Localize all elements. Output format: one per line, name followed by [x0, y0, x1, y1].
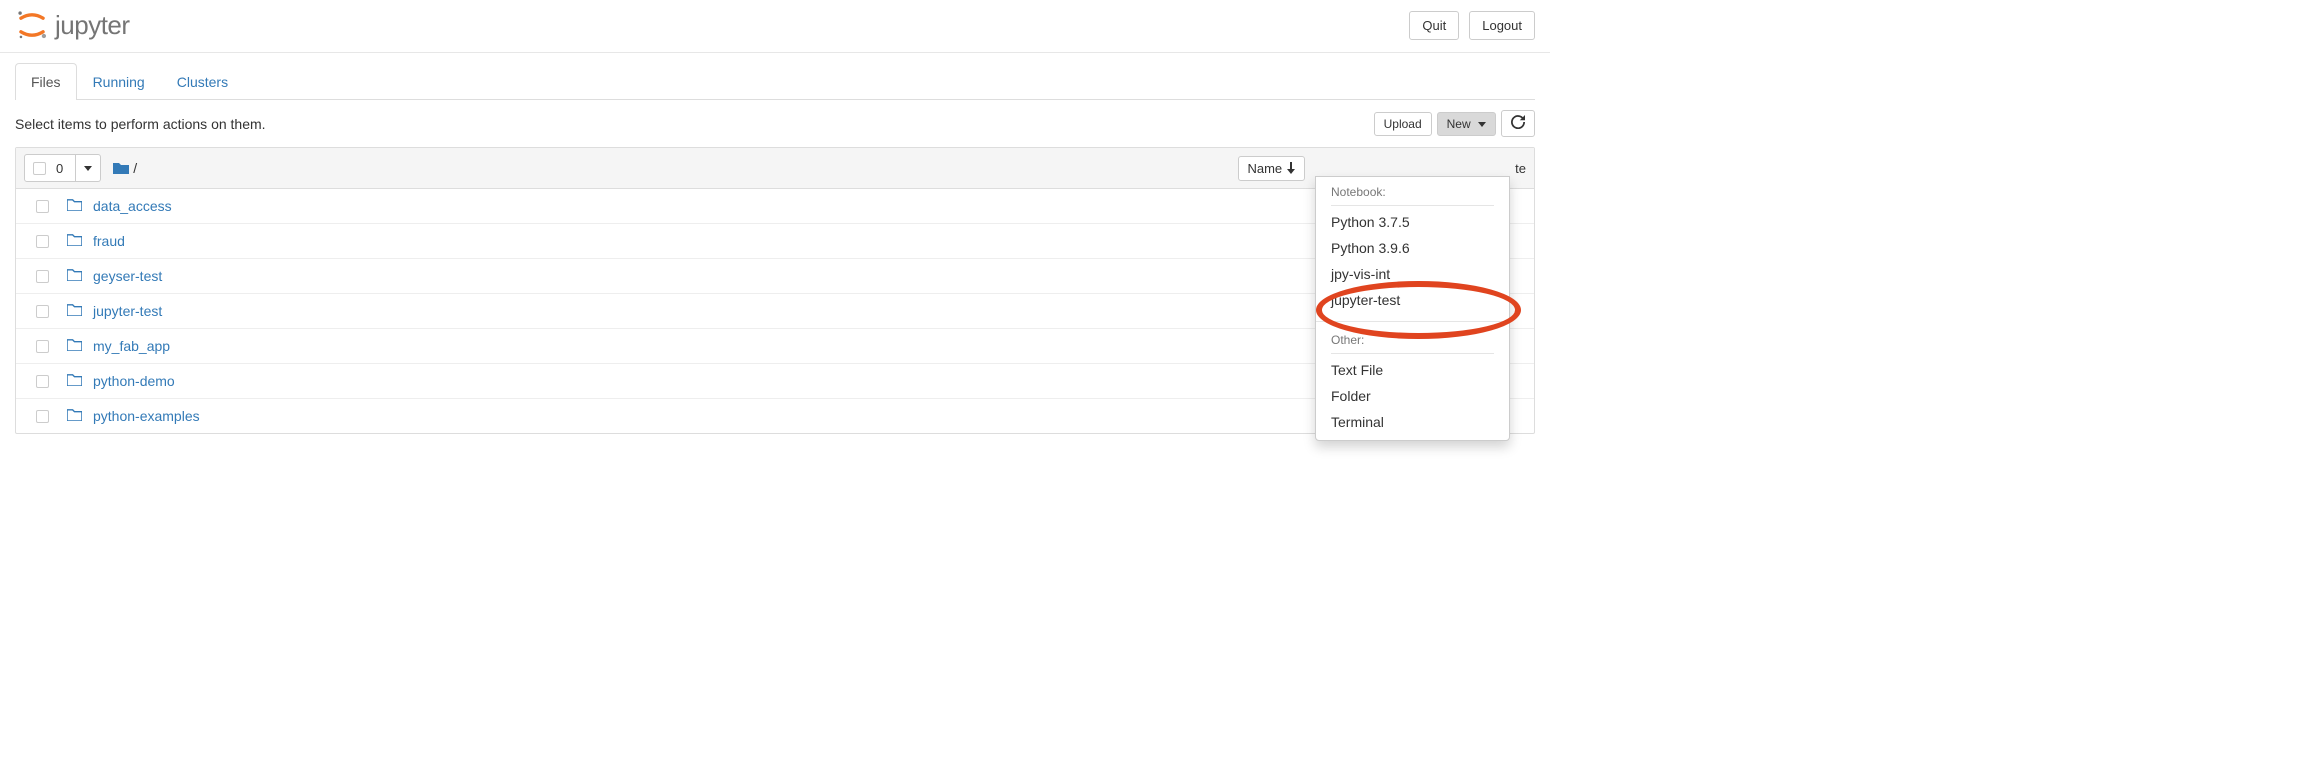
- row-checkbox[interactable]: [36, 270, 49, 283]
- file-row: python-demo: [16, 364, 1534, 399]
- header-left: 0 /: [24, 154, 137, 182]
- logout-button[interactable]: Logout: [1469, 11, 1535, 40]
- file-row: fraud: [16, 224, 1534, 259]
- breadcrumb[interactable]: /: [113, 160, 137, 177]
- file-row: data_access: [16, 189, 1534, 224]
- file-row: geyser-test: [16, 259, 1534, 294]
- menu-divider: [1331, 353, 1494, 354]
- menu-item-python375[interactable]: Python 3.7.5: [1316, 209, 1509, 235]
- menu-item-jpy-vis-int[interactable]: jpy-vis-int: [1316, 261, 1509, 287]
- folder-icon: [67, 233, 83, 249]
- header-bar: jupyter Quit Logout: [0, 0, 1550, 53]
- file-row-left: fraud: [24, 233, 125, 249]
- last-modified-partial: te: [1515, 161, 1526, 176]
- sort-name-button[interactable]: Name: [1238, 156, 1305, 181]
- row-checkbox[interactable]: [36, 200, 49, 213]
- row-checkbox[interactable]: [36, 340, 49, 353]
- file-row-left: geyser-test: [24, 268, 162, 284]
- select-all-box[interactable]: 0: [24, 154, 76, 182]
- refresh-icon: [1511, 115, 1525, 129]
- folder-icon: [67, 198, 83, 214]
- toolbar: Select items to perform actions on them.…: [0, 100, 1550, 147]
- toolbar-right: Upload New: [1374, 110, 1535, 137]
- new-menu: Notebook: Python 3.7.5 Python 3.9.6 jpy-…: [1315, 176, 1510, 441]
- refresh-button[interactable]: [1501, 110, 1535, 137]
- menu-item-jupyter-test[interactable]: jupyter-test: [1316, 287, 1509, 313]
- file-row: python-examplesa month ago: [16, 399, 1534, 433]
- tab-files[interactable]: Files: [15, 63, 77, 100]
- select-dropdown[interactable]: [76, 154, 101, 182]
- file-link[interactable]: my_fab_app: [93, 338, 170, 354]
- menu-item-text-file[interactable]: Text File: [1316, 357, 1509, 383]
- file-list: 0 / Name te Notebook: Python 3.7.5: [15, 147, 1535, 434]
- file-row-left: data_access: [24, 198, 172, 214]
- file-link[interactable]: jupyter-test: [93, 303, 162, 319]
- tabs: Files Running Clusters: [15, 63, 1535, 100]
- arrow-down-icon: [1286, 162, 1296, 174]
- folder-icon: [67, 338, 83, 354]
- folder-icon: [67, 268, 83, 284]
- header-buttons: Quit Logout: [1409, 11, 1535, 40]
- chevron-down-icon: [1478, 122, 1486, 127]
- file-link[interactable]: data_access: [93, 198, 172, 214]
- file-link[interactable]: fraud: [93, 233, 125, 249]
- row-checkbox[interactable]: [36, 305, 49, 318]
- sort-name-label: Name: [1247, 161, 1282, 176]
- file-link[interactable]: python-demo: [93, 373, 175, 389]
- new-button[interactable]: New: [1437, 112, 1496, 136]
- selected-count: 0: [52, 161, 67, 176]
- row-checkbox[interactable]: [36, 375, 49, 388]
- folder-home-icon: [113, 160, 129, 177]
- tab-clusters[interactable]: Clusters: [161, 63, 244, 100]
- menu-header-other: Other:: [1316, 330, 1509, 350]
- jupyter-logo-icon: [15, 8, 49, 42]
- file-link[interactable]: python-examples: [93, 408, 200, 424]
- menu-header-notebook: Notebook:: [1316, 182, 1509, 202]
- menu-item-terminal[interactable]: Terminal: [1316, 409, 1509, 435]
- row-checkbox[interactable]: [36, 410, 49, 423]
- jupyter-logo[interactable]: jupyter: [15, 8, 130, 42]
- tab-running[interactable]: Running: [77, 63, 161, 100]
- menu-item-folder[interactable]: Folder: [1316, 383, 1509, 409]
- folder-icon: [67, 373, 83, 389]
- file-link[interactable]: geyser-test: [93, 268, 162, 284]
- file-row-left: my_fab_app: [24, 338, 170, 354]
- file-list-header: 0 / Name te Notebook: Python 3.7.5: [16, 148, 1534, 189]
- file-row: my_fab_app: [16, 329, 1534, 364]
- menu-divider: [1331, 205, 1494, 206]
- file-row-left: python-demo: [24, 373, 175, 389]
- folder-icon: [67, 408, 83, 424]
- upload-button[interactable]: Upload: [1374, 112, 1432, 136]
- chevron-down-icon: [84, 166, 92, 171]
- menu-item-python396[interactable]: Python 3.9.6: [1316, 235, 1509, 261]
- quit-button[interactable]: Quit: [1409, 11, 1459, 40]
- tabs-container: Files Running Clusters: [0, 53, 1550, 100]
- file-area: 0 / Name te Notebook: Python 3.7.5: [0, 147, 1550, 434]
- row-checkbox[interactable]: [36, 235, 49, 248]
- file-row-left: jupyter-test: [24, 303, 162, 319]
- breadcrumb-separator: /: [133, 160, 137, 176]
- file-rows: data_accessfraud geyser-test jupyter-test m…: [16, 189, 1534, 433]
- folder-icon: [67, 303, 83, 319]
- select-all-checkbox[interactable]: [33, 162, 46, 175]
- logo-text: jupyter: [55, 10, 130, 41]
- action-hint: Select items to perform actions on them.: [15, 116, 266, 132]
- file-row: jupyter-test: [16, 294, 1534, 329]
- new-button-label: New: [1447, 117, 1471, 131]
- file-row-left: python-examples: [24, 408, 200, 424]
- menu-divider: [1316, 321, 1509, 322]
